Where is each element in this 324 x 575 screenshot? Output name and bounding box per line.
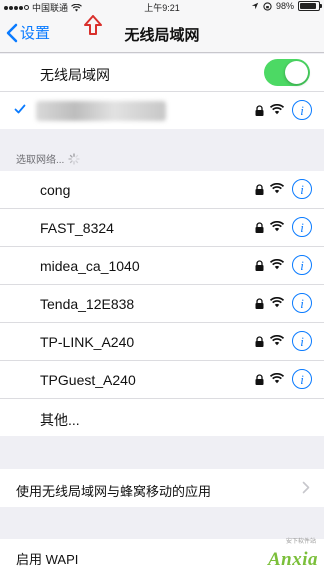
annotation-arrow-icon — [84, 15, 102, 35]
chevron-right-icon — [302, 481, 310, 494]
network-name: TPGuest_A240 — [40, 372, 136, 388]
network-name: FAST_8324 — [40, 220, 114, 236]
network-row[interactable]: TPGuest_A240 i — [0, 361, 324, 399]
network-row[interactable]: Tenda_12E838 i — [0, 285, 324, 323]
lock-icon — [255, 336, 264, 347]
battery-icon — [298, 1, 322, 11]
watermark-subtitle: 安下软件站 — [285, 539, 316, 545]
status-bar: 中国联通 上午9:21 98% — [0, 0, 324, 14]
info-button[interactable]: i — [292, 255, 312, 275]
info-button[interactable]: i — [292, 331, 312, 351]
network-list: cong i FAST_8324 i midea_ca_1040 i Tenda_12E83… — [0, 171, 324, 436]
wifi-icon — [270, 259, 284, 270]
connected-network-row[interactable]: i — [0, 92, 324, 129]
wifi-icon — [270, 183, 284, 194]
wifi-toggle-group: 无线局域网 i — [0, 54, 324, 129]
page-title: 无线局域网 — [124, 27, 200, 44]
rotation-lock-icon — [263, 1, 272, 11]
wifi-toggle-label: 无线局域网 — [40, 67, 110, 83]
wifi-icon — [270, 373, 284, 384]
info-button[interactable]: i — [292, 369, 312, 389]
info-button[interactable]: i — [292, 293, 312, 313]
lock-icon — [255, 260, 264, 271]
lock-icon — [255, 298, 264, 309]
info-button[interactable]: i — [292, 179, 312, 199]
network-row[interactable]: FAST_8324 i — [0, 209, 324, 247]
info-button[interactable]: i — [292, 100, 312, 120]
watermark-logo: Anxia — [267, 549, 318, 570]
network-row[interactable]: TP-LINK_A240 i — [0, 323, 324, 361]
lock-icon — [255, 105, 264, 116]
wifi-toggle-row: 无线局域网 — [0, 54, 324, 92]
other-network-label: 其他... — [40, 412, 80, 428]
checkmark-icon — [14, 104, 26, 114]
battery-percent: 98% — [275, 1, 294, 11]
network-name: midea_ca_1040 — [40, 258, 140, 274]
wifi-icon — [270, 335, 284, 346]
network-name: TP-LINK_A240 — [40, 334, 135, 350]
other-network-row[interactable]: 其他... — [0, 399, 324, 436]
spinner-icon — [68, 152, 80, 165]
location-icon — [251, 2, 259, 10]
network-name: cong — [40, 182, 71, 198]
choose-network-header: 选取网络... — [16, 151, 80, 166]
lock-icon — [255, 184, 264, 195]
wifi-toggle-switch[interactable] — [264, 59, 310, 86]
blurred-network-name — [36, 101, 166, 121]
enable-wapi-label: 启用 WAPI — [16, 552, 79, 567]
section-header-label: 选取网络... — [16, 155, 65, 166]
wifi-cellular-apps-label: 使用无线局域网与蜂窝移动的应用 — [16, 484, 212, 499]
wifi-icon — [270, 221, 284, 232]
network-name: Tenda_12E838 — [40, 296, 135, 312]
network-row[interactable]: cong i — [0, 171, 324, 209]
network-row[interactable]: midea_ca_1040 i — [0, 247, 324, 285]
status-right: 98% — [251, 1, 322, 11]
wifi-icon — [270, 297, 284, 308]
lock-icon — [255, 222, 264, 233]
info-button[interactable]: i — [292, 217, 312, 237]
nav-bar: 设置 无线局域网 — [0, 14, 324, 53]
lock-icon — [255, 374, 264, 385]
wifi-icon — [270, 104, 284, 115]
wifi-cellular-apps-row[interactable]: 使用无线局域网与蜂窝移动的应用 — [0, 469, 324, 507]
